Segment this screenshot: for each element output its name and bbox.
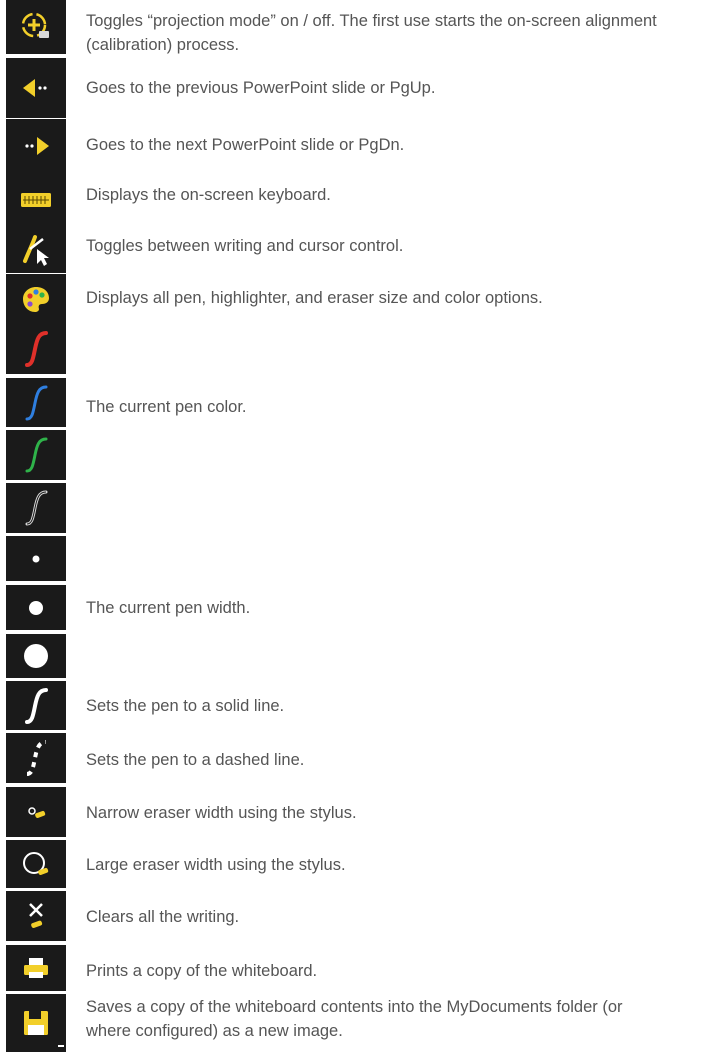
save-underscore-mark xyxy=(58,1045,64,1047)
write-cursor-toggle-button[interactable] xyxy=(6,226,66,273)
narrow-eraser-description: Narrow eraser width using the stylus. xyxy=(86,804,357,822)
blue-pen-button[interactable] xyxy=(6,378,66,427)
red-pen-icon xyxy=(25,331,48,367)
keyboard-description: Displays the on-screen keyboard. xyxy=(86,186,331,204)
large-eraser-button[interactable] xyxy=(6,840,66,888)
solid-line-button[interactable] xyxy=(6,681,66,730)
write-cursor-toggle-description: Toggles between writing and cursor contr… xyxy=(86,237,404,255)
write-cursor-toggle-icon xyxy=(23,234,49,266)
dashed-line-button[interactable] xyxy=(6,733,66,783)
narrow-eraser-button[interactable] xyxy=(6,787,66,837)
palette-button[interactable] xyxy=(6,274,66,324)
projection-mode-description: Toggles “projection mode” on / off. The … xyxy=(86,12,657,54)
dashed-line-description: Sets the pen to a dashed line. xyxy=(86,751,305,769)
medium-width-button[interactable] xyxy=(6,585,66,630)
previous-slide-icon xyxy=(23,79,47,97)
green-pen-icon xyxy=(25,437,48,473)
large-eraser-icon xyxy=(23,852,49,875)
clear-all-icon xyxy=(29,903,43,928)
print-description: Prints a copy of the whiteboard. xyxy=(86,962,318,980)
keyboard-button[interactable] xyxy=(6,173,66,226)
white-pen-icon xyxy=(25,490,48,526)
large-width-button[interactable] xyxy=(6,634,66,678)
solid-line-description: Sets the pen to a solid line. xyxy=(86,697,285,715)
pen-color-description: The current pen color. xyxy=(86,398,247,416)
palette-icon xyxy=(23,287,49,312)
save-icon xyxy=(24,1011,48,1035)
solid-line-icon xyxy=(25,687,48,724)
projection-mode-icon xyxy=(21,12,49,38)
previous-slide-description: Goes to the previous PowerPoint slide or… xyxy=(86,79,436,97)
palette-description: Displays all pen, highlighter, and erase… xyxy=(86,289,543,307)
white-pen-button[interactable] xyxy=(6,483,66,533)
save-button[interactable] xyxy=(6,994,66,1052)
large-dot-icon xyxy=(24,644,48,668)
next-slide-button[interactable] xyxy=(6,119,66,173)
narrow-eraser-icon xyxy=(28,807,46,818)
small-dot-icon xyxy=(32,555,40,562)
printer-icon xyxy=(24,958,48,978)
projection-mode-button[interactable] xyxy=(6,0,66,54)
dashed-line-icon xyxy=(26,740,47,776)
print-button[interactable] xyxy=(6,945,66,991)
blue-pen-icon xyxy=(25,385,48,420)
clear-all-button[interactable] xyxy=(6,891,66,941)
keyboard-icon xyxy=(21,192,51,207)
pen-width-description: The current pen width. xyxy=(86,599,251,617)
red-pen-button[interactable] xyxy=(6,324,66,374)
large-eraser-description: Large eraser width using the stylus. xyxy=(86,856,346,874)
green-pen-button[interactable] xyxy=(6,430,66,480)
clear-all-description: Clears all the writing. xyxy=(86,908,240,926)
medium-dot-icon xyxy=(29,600,43,615)
next-slide-icon xyxy=(25,137,49,155)
previous-slide-button[interactable] xyxy=(6,58,66,118)
small-width-button[interactable] xyxy=(6,536,66,581)
next-slide-description: Goes to the next PowerPoint slide or PgD… xyxy=(86,136,405,154)
save-description: Saves a copy of the whiteboard contents … xyxy=(86,998,623,1040)
